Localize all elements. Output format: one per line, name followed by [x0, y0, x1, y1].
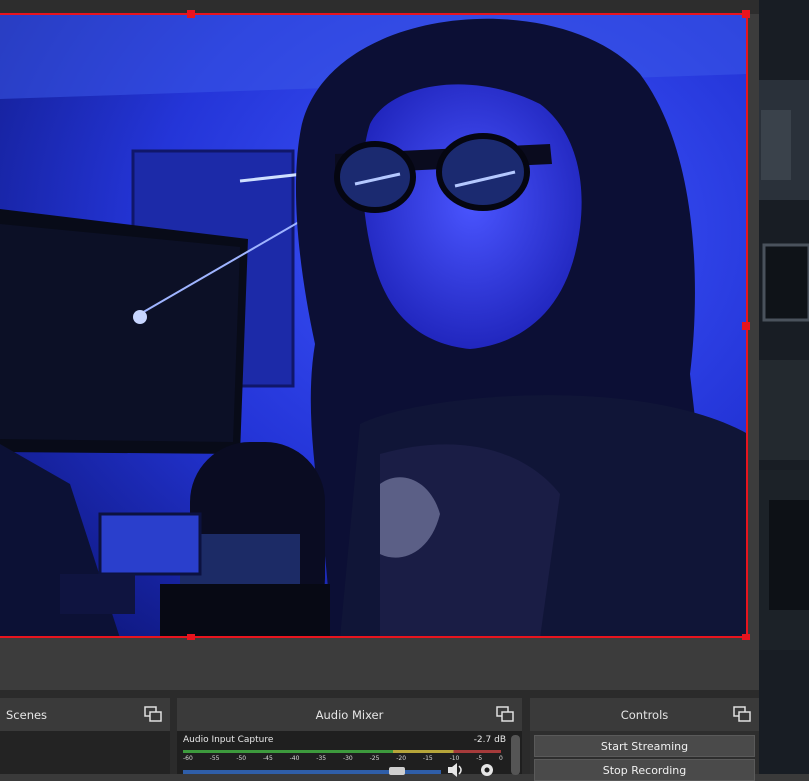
volume-meter — [183, 750, 501, 753]
preview-area[interactable] — [0, 0, 759, 690]
stop-recording-button[interactable]: Stop Recording — [534, 759, 755, 781]
meter-tick: -45 — [262, 755, 273, 762]
audio-mixer-body: Audio Input Capture -2.7 dB -60 -55 -50 … — [177, 731, 522, 777]
preview-top-strip — [0, 0, 759, 14]
camera-image — [0, 14, 748, 638]
resize-handle-top[interactable] — [187, 10, 195, 18]
audio-mixer-dock: Audio Mixer Audio Input Capture -2.7 dB … — [177, 698, 522, 777]
meter-tick: -25 — [369, 755, 380, 762]
camera-source[interactable] — [0, 14, 748, 638]
scenes-dock: Scenes — [0, 698, 170, 774]
speaker-icon[interactable] — [447, 763, 465, 777]
meter-tick: -40 — [289, 755, 300, 762]
meter-tick: -50 — [236, 755, 247, 762]
audio-mixer-dock-header: Audio Mixer — [177, 698, 522, 731]
controls-dock: Controls Start Streaming Stop Recording — [530, 698, 759, 781]
mixer-source-name: Audio Input Capture — [183, 735, 274, 745]
secondary-source-preview — [759, 0, 809, 774]
start-streaming-button[interactable]: Start Streaming — [534, 735, 755, 757]
resize-handle-right[interactable] — [742, 322, 750, 330]
meter-tick: -15 — [422, 755, 433, 762]
gear-icon[interactable] — [479, 763, 495, 777]
undock-icon[interactable] — [496, 706, 514, 722]
preview-bottom-strip — [0, 640, 759, 690]
controls-dock-title: Controls — [620, 707, 669, 722]
meter-tick: -55 — [209, 755, 220, 762]
meter-tick: -60 — [183, 755, 193, 762]
controls-dock-header: Controls — [530, 698, 759, 731]
scenes-list[interactable] — [0, 731, 170, 774]
mixer-scrollbar[interactable] — [511, 735, 520, 775]
audio-mixer-dock-title: Audio Mixer — [315, 707, 384, 722]
meter-tick: 0 — [499, 755, 503, 762]
mixer-source-level: -2.7 dB — [473, 735, 506, 745]
scenes-dock-header: Scenes — [0, 698, 170, 731]
meter-tick: -30 — [342, 755, 353, 762]
meter-tick: -20 — [396, 755, 407, 762]
resize-handle-top-right[interactable] — [742, 10, 750, 18]
undock-icon[interactable] — [733, 706, 751, 722]
meter-tick: -35 — [316, 755, 327, 762]
undock-icon[interactable] — [144, 706, 162, 722]
scenes-dock-title: Scenes — [6, 707, 48, 722]
